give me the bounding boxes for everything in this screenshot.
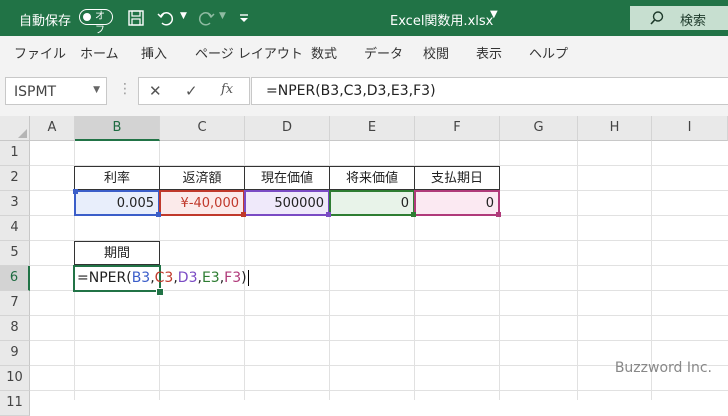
tab-formulas[interactable]: 数式 bbox=[311, 43, 337, 62]
tab-review[interactable]: 校閲 bbox=[423, 43, 449, 62]
column-header-c[interactable]: C bbox=[160, 116, 245, 141]
row-header-3[interactable]: 3 bbox=[0, 191, 30, 216]
tab-page-layout[interactable]: ページ レイアウト bbox=[195, 43, 303, 62]
autosave-label: 自動保存 bbox=[19, 14, 72, 29]
arg-c3: C3 bbox=[154, 270, 174, 286]
save-icon[interactable] bbox=[126, 8, 146, 28]
gridline bbox=[577, 141, 578, 400]
select-all-button[interactable] bbox=[0, 116, 30, 141]
formula-tools: ✕ ✓ fx bbox=[138, 77, 250, 105]
row-header-10[interactable]: 10 bbox=[0, 366, 30, 391]
worksheet-grid[interactable]: A B C D E F G H I 1 2 3 4 5 6 7 8 9 10 1… bbox=[0, 116, 728, 416]
customize-toolbar-icon[interactable] bbox=[234, 8, 254, 28]
formula-bar: ISPMT ▼ ⋮ ✕ ✓ fx =NPER(B3,C3,D3,E3,F3) bbox=[0, 66, 728, 116]
name-box-value: ISPMT bbox=[14, 84, 57, 100]
column-header-d[interactable]: D bbox=[245, 116, 330, 141]
cell-c3[interactable]: ¥-40,000 bbox=[159, 190, 245, 216]
ref-handle[interactable] bbox=[496, 212, 501, 217]
column-header-e[interactable]: E bbox=[330, 116, 415, 141]
ref-handle[interactable] bbox=[156, 212, 161, 217]
formula-suffix: ) bbox=[241, 270, 247, 286]
tab-data[interactable]: データ bbox=[364, 43, 403, 62]
arg-e3: E3 bbox=[201, 270, 220, 286]
cell-f3[interactable]: 0 bbox=[414, 190, 500, 216]
cell-d2[interactable]: 現在価値 bbox=[244, 166, 330, 190]
ref-handle[interactable] bbox=[241, 212, 246, 217]
search-icon bbox=[650, 11, 664, 25]
column-header-g[interactable]: G bbox=[500, 116, 578, 141]
fill-handle[interactable] bbox=[156, 288, 164, 296]
cell-c2[interactable]: 返済額 bbox=[159, 166, 245, 190]
autosave-toggle[interactable]: オフ bbox=[79, 9, 113, 36]
formula-text: =NPER(B3,C3,D3,E3,F3) bbox=[266, 83, 436, 99]
name-box[interactable]: ISPMT ▼ bbox=[5, 77, 107, 105]
cancel-icon[interactable]: ✕ bbox=[149, 82, 162, 100]
cell-b5[interactable]: 期間 bbox=[74, 241, 160, 265]
ribbon-tabs: ファイル ホーム 挿入 ページ レイアウト 数式 データ 校閲 表示 ヘルプ bbox=[0, 36, 728, 66]
tab-help[interactable]: ヘルプ bbox=[529, 43, 568, 62]
cell-f2[interactable]: 支払期日 bbox=[414, 166, 500, 190]
column-header-b[interactable]: B bbox=[75, 116, 160, 141]
gridline bbox=[30, 340, 728, 341]
column-header-f[interactable]: F bbox=[415, 116, 500, 141]
cell-b6-edit[interactable]: =NPER(B3,C3,D3,E3,F3)​ bbox=[74, 266, 274, 290]
cell-e2[interactable]: 将来価値 bbox=[329, 166, 415, 190]
row-header-8[interactable]: 8 bbox=[0, 316, 30, 341]
row-header-7[interactable]: 7 bbox=[0, 291, 30, 316]
ref-handle[interactable] bbox=[411, 212, 416, 217]
text-cursor: ​ bbox=[247, 270, 249, 286]
arg-f3: F3 bbox=[224, 270, 242, 286]
arg-b3: B3 bbox=[131, 270, 151, 286]
row-header-4[interactable]: 4 bbox=[0, 216, 30, 241]
redo-dropdown-icon[interactable]: ▼ bbox=[219, 11, 226, 21]
cell-e3[interactable]: 0 bbox=[329, 190, 415, 216]
cell-b3[interactable]: 0.005 bbox=[74, 190, 160, 216]
tab-home[interactable]: ホーム bbox=[80, 43, 119, 62]
cell-d3[interactable]: 500000 bbox=[244, 190, 330, 216]
redo-icon[interactable] bbox=[196, 8, 216, 28]
watermark: Buzzword Inc. bbox=[614, 360, 712, 376]
row-header-1[interactable]: 1 bbox=[0, 141, 30, 166]
row-header-9[interactable]: 9 bbox=[0, 341, 30, 366]
tab-view[interactable]: 表示 bbox=[476, 43, 502, 62]
cell-b2[interactable]: 利率 bbox=[74, 166, 160, 190]
row-header-6[interactable]: 6 bbox=[0, 266, 30, 291]
formula-input[interactable]: =NPER(B3,C3,D3,E3,F3) bbox=[251, 77, 728, 105]
gridline bbox=[30, 390, 728, 391]
search-label: 検索 bbox=[680, 14, 707, 29]
splitter-handle[interactable]: ⋮ bbox=[118, 81, 132, 97]
column-header-a[interactable]: A bbox=[30, 116, 75, 141]
filename-dropdown-icon[interactable]: ▼ bbox=[490, 9, 498, 20]
tab-file[interactable]: ファイル bbox=[14, 43, 66, 62]
select-all-triangle-icon bbox=[18, 129, 27, 138]
enter-icon[interactable]: ✓ bbox=[185, 82, 198, 100]
search-box[interactable]: 検索 bbox=[630, 6, 728, 30]
ref-handle[interactable] bbox=[326, 212, 331, 217]
gridline bbox=[30, 315, 728, 316]
window-title: Excel関数用.xlsx bbox=[390, 14, 494, 29]
formula-prefix: =NPER( bbox=[77, 270, 132, 286]
ref-handle[interactable] bbox=[73, 189, 78, 194]
title-bar: 自動保存 オフ ▼ ▼ Excel関数用.xlsx ▼ 検索 bbox=[0, 0, 728, 36]
name-box-dropdown-icon[interactable]: ▼ bbox=[93, 85, 100, 95]
toggle-knob bbox=[83, 13, 91, 21]
row-header-5[interactable]: 5 bbox=[0, 241, 30, 266]
column-header-i[interactable]: I bbox=[652, 116, 728, 141]
tab-insert[interactable]: 挿入 bbox=[141, 43, 167, 62]
column-header-h[interactable]: H bbox=[578, 116, 652, 141]
row-header-2[interactable]: 2 bbox=[0, 166, 30, 191]
undo-dropdown-icon[interactable]: ▼ bbox=[180, 11, 187, 21]
arg-d3: D3 bbox=[177, 270, 198, 286]
undo-icon[interactable] bbox=[156, 8, 176, 28]
insert-function-icon[interactable]: fx bbox=[221, 82, 233, 97]
row-header-11[interactable]: 11 bbox=[0, 391, 30, 416]
autosave-state: オフ bbox=[95, 11, 105, 36]
